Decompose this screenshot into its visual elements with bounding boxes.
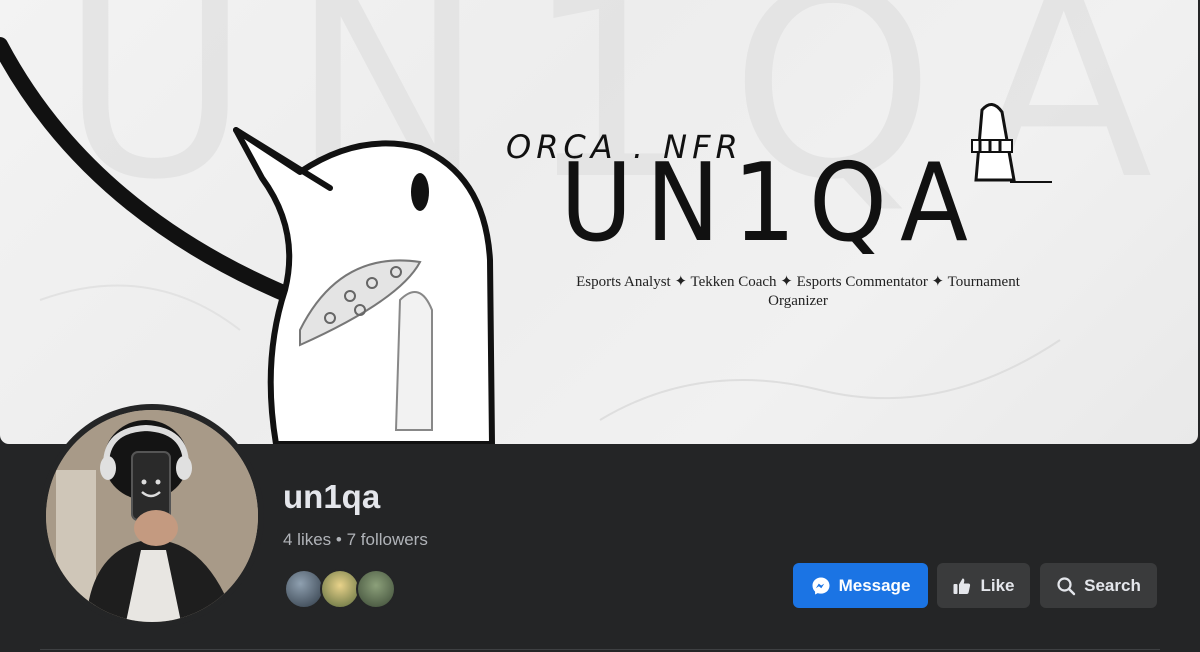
brand-title: UN1QA	[560, 141, 981, 266]
cover-photo[interactable]: UN1QA ORCA . NFR UN1QA Esports Analyst ✦…	[0, 0, 1198, 444]
avatar[interactable]	[46, 410, 258, 622]
search-button-label: Search	[1084, 575, 1141, 595]
small-figure	[394, 291, 433, 431]
page-stats[interactable]: 4 likes • 7 followers	[283, 530, 428, 550]
search-button[interactable]: Search	[1040, 563, 1157, 608]
like-button-label: Like	[980, 575, 1015, 595]
friend-avatar[interactable]	[284, 569, 324, 609]
avatar-photo	[46, 410, 258, 622]
bird-eye	[411, 173, 429, 211]
message-button[interactable]: Message	[793, 563, 928, 608]
brand-tagline: Esports Analyst ✦ Tekken Coach ✦ Esports…	[576, 274, 1020, 309]
page-name: un1qa	[283, 478, 381, 515]
search-icon	[1056, 576, 1076, 596]
thumbs-up-icon	[952, 576, 972, 596]
friend-avatar[interactable]	[356, 569, 396, 609]
messenger-icon	[811, 576, 831, 596]
section-divider	[40, 649, 1160, 650]
message-button-label: Message	[838, 575, 911, 595]
like-button[interactable]: Like	[937, 563, 1030, 608]
friend-avatar[interactable]	[320, 569, 360, 609]
